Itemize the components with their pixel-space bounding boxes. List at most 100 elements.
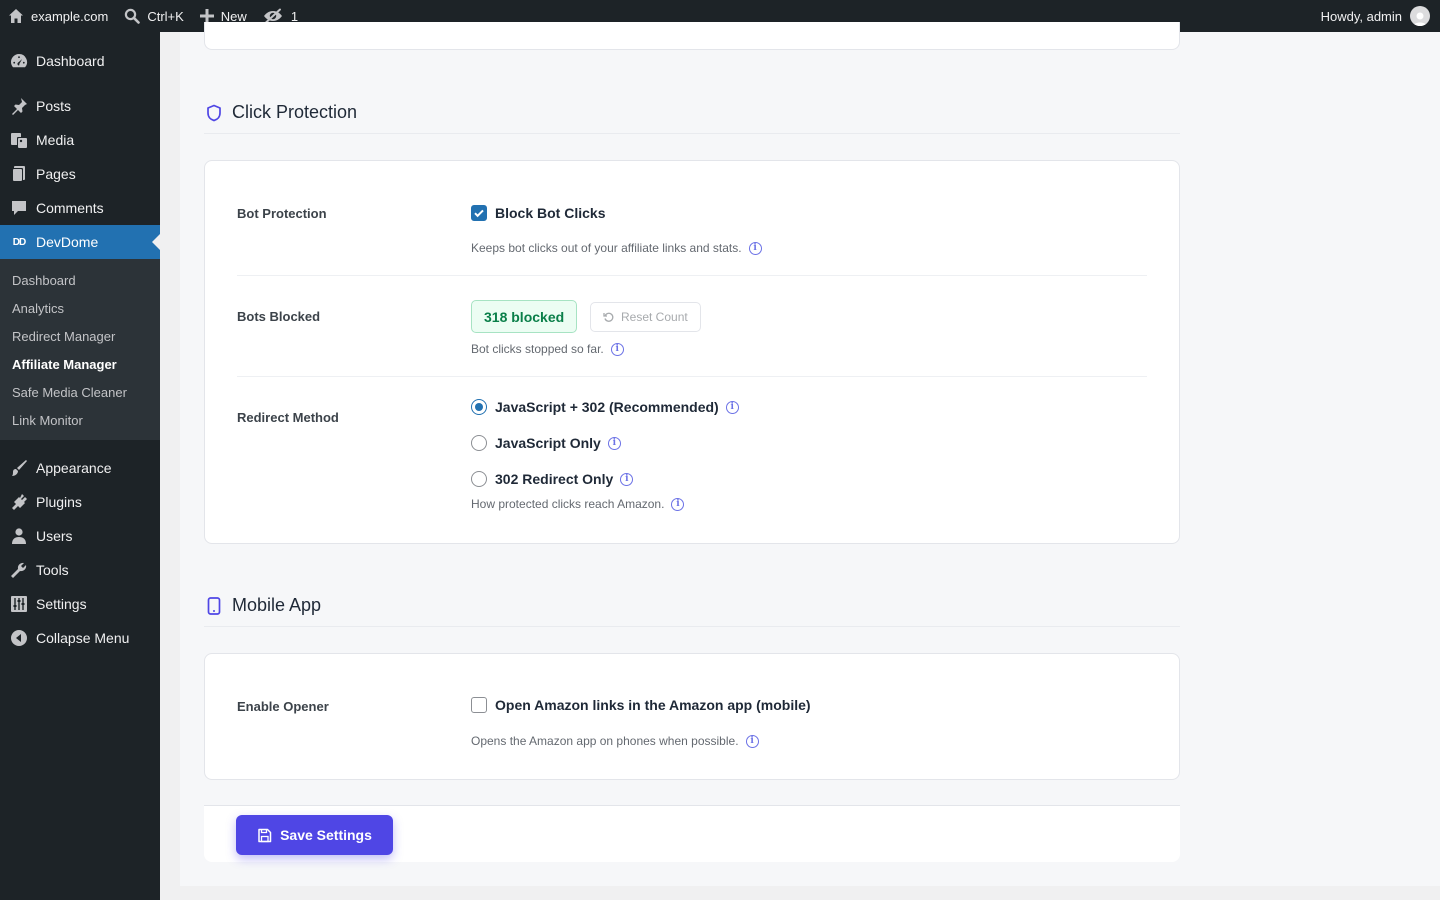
bots-blocked-label: Bots Blocked — [237, 309, 321, 324]
option-label: JavaScript Only — [495, 435, 601, 451]
menu-item-settings[interactable]: Settings — [0, 587, 160, 621]
devdome-icon: DD — [12, 236, 26, 248]
media-icon — [10, 131, 28, 149]
search-icon — [124, 8, 141, 24]
menu-label: Media — [36, 132, 75, 148]
smartphone-icon — [204, 596, 224, 616]
info-icon[interactable]: i — [671, 497, 685, 511]
divider — [237, 275, 1147, 276]
menu-item-pages[interactable]: Pages — [0, 157, 160, 191]
radio-302-only[interactable] — [471, 471, 487, 487]
menu-label: Dashboard — [36, 53, 105, 69]
submenu-item-affiliate-manager[interactable]: Affiliate Manager — [0, 350, 160, 378]
menu-label: Users — [36, 528, 73, 544]
menu-item-posts[interactable]: Posts — [0, 89, 160, 123]
menu-item-plugins[interactable]: Plugins — [0, 485, 160, 519]
submenu-item-dashboard[interactable]: Dashboard — [0, 266, 160, 294]
menu-label: Collapse Menu — [36, 630, 130, 646]
reset-count-button[interactable]: Reset Count — [590, 302, 701, 332]
mobile-app-header: Mobile App — [204, 585, 1180, 627]
command-search[interactable]: Ctrl+K — [116, 0, 191, 32]
plugin-icon — [10, 493, 28, 511]
redirect-option-302-only[interactable]: 302 Redirect Only i — [471, 471, 634, 487]
bot-protection-label: Bot Protection — [237, 206, 327, 221]
section-title: Mobile App — [232, 595, 322, 615]
redirect-method-label: Redirect Method — [237, 410, 339, 425]
collapse-icon — [10, 629, 28, 647]
redirect-option-js-only[interactable]: JavaScript Only i — [471, 435, 621, 451]
checkbox-label: Block Bot Clicks — [495, 205, 606, 221]
menu-label: Plugins — [36, 494, 82, 510]
menu-item-tools[interactable]: Tools — [0, 553, 160, 587]
menu-label: DevDome — [36, 234, 99, 250]
click-protection-card: Bot Protection Block Bot Clicks Keeps bo… — [204, 160, 1180, 544]
submenu-item-safe-media-cleaner[interactable]: Safe Media Cleaner — [0, 378, 160, 406]
radio-js-302[interactable] — [471, 399, 487, 415]
open-in-app-checkbox[interactable] — [471, 697, 487, 713]
mobile-app-card: Enable Opener Open Amazon links in the A… — [204, 653, 1180, 780]
my-account-link[interactable]: Howdy, admin — [1321, 0, 1430, 32]
previous-settings-card — [204, 22, 1180, 50]
menu-label: Pages — [36, 166, 76, 182]
info-icon[interactable]: i — [745, 734, 759, 748]
menu-label: Appearance — [36, 460, 112, 476]
section-title: Click Protection — [232, 102, 358, 122]
help-text: Opens the Amazon app on phones when poss… — [471, 734, 739, 748]
block-bot-clicks-checkbox[interactable] — [471, 205, 487, 221]
save-label: Save Settings — [280, 827, 372, 843]
save-icon — [257, 828, 280, 843]
checkbox-label: Open Amazon links in the Amazon app (mob… — [495, 697, 811, 713]
devdome-submenu: Dashboard Analytics Redirect Manager Aff… — [0, 259, 160, 440]
avatar — [1410, 6, 1430, 26]
menu-label: Posts — [36, 98, 72, 114]
redirect-method-help: How protected clicks reach Amazon. i — [471, 497, 685, 511]
help-text: Bot clicks stopped so far. — [471, 342, 604, 356]
open-in-app-option[interactable]: Open Amazon links in the Amazon app (mob… — [471, 697, 811, 713]
enable-opener-label: Enable Opener — [237, 699, 329, 714]
pin-icon — [10, 97, 28, 115]
option-label: 302 Redirect Only — [495, 471, 614, 487]
option-label: JavaScript + 302 (Recommended) — [495, 399, 719, 415]
menu-item-media[interactable]: Media — [0, 123, 160, 157]
enable-opener-help: Opens the Amazon app on phones when poss… — [471, 734, 759, 748]
info-icon[interactable]: i — [607, 436, 621, 450]
admin-sidebar: Dashboard Posts Media Pages Comments DD … — [0, 32, 160, 900]
site-name-link[interactable]: example.com — [0, 0, 116, 32]
search-shortcut: Ctrl+K — [147, 8, 184, 24]
help-text: Keeps bot clicks out of your affiliate l… — [471, 241, 742, 255]
info-icon[interactable]: i — [610, 342, 624, 356]
info-icon[interactable]: i — [620, 472, 634, 486]
menu-item-appearance[interactable]: Appearance — [0, 451, 160, 485]
submenu-item-link-monitor[interactable]: Link Monitor — [0, 406, 160, 434]
wrench-icon — [10, 561, 28, 579]
redirect-option-js-302[interactable]: JavaScript + 302 (Recommended) i — [471, 399, 739, 415]
dashboard-icon — [10, 52, 28, 70]
menu-item-dashboard[interactable]: Dashboard — [0, 44, 160, 78]
home-icon — [8, 8, 24, 24]
sliders-icon — [10, 595, 28, 613]
divider — [237, 376, 1147, 377]
menu-item-devdome[interactable]: DD DevDome — [0, 225, 160, 259]
shield-icon — [204, 103, 224, 123]
block-bot-clicks-option[interactable]: Block Bot Clicks — [471, 205, 605, 221]
main-content: Click Protection Bot Protection Block Bo… — [180, 22, 1440, 886]
info-icon[interactable]: i — [748, 241, 762, 255]
brush-icon — [10, 459, 28, 477]
howdy-text: Howdy, admin — [1320, 8, 1402, 24]
radio-js-only[interactable] — [471, 435, 487, 451]
menu-item-users[interactable]: Users — [0, 519, 160, 553]
save-settings-button[interactable]: Save Settings — [236, 815, 393, 855]
submenu-item-redirect-manager[interactable]: Redirect Manager — [0, 322, 160, 350]
bots-blocked-badge: 318 blocked — [471, 300, 578, 333]
menu-label: Comments — [36, 200, 104, 216]
menu-item-comments[interactable]: Comments — [0, 191, 160, 225]
collapse-menu-button[interactable]: Collapse Menu — [0, 621, 160, 655]
refresh-icon — [603, 311, 621, 323]
click-protection-header: Click Protection — [204, 92, 1180, 134]
bot-protection-help: Keeps bot clicks out of your affiliate l… — [471, 241, 762, 255]
info-icon[interactable]: i — [725, 400, 739, 414]
submenu-item-analytics[interactable]: Analytics — [0, 294, 160, 322]
help-text: How protected clicks reach Amazon. — [471, 497, 665, 511]
pages-icon — [10, 165, 28, 183]
user-icon — [10, 527, 28, 545]
